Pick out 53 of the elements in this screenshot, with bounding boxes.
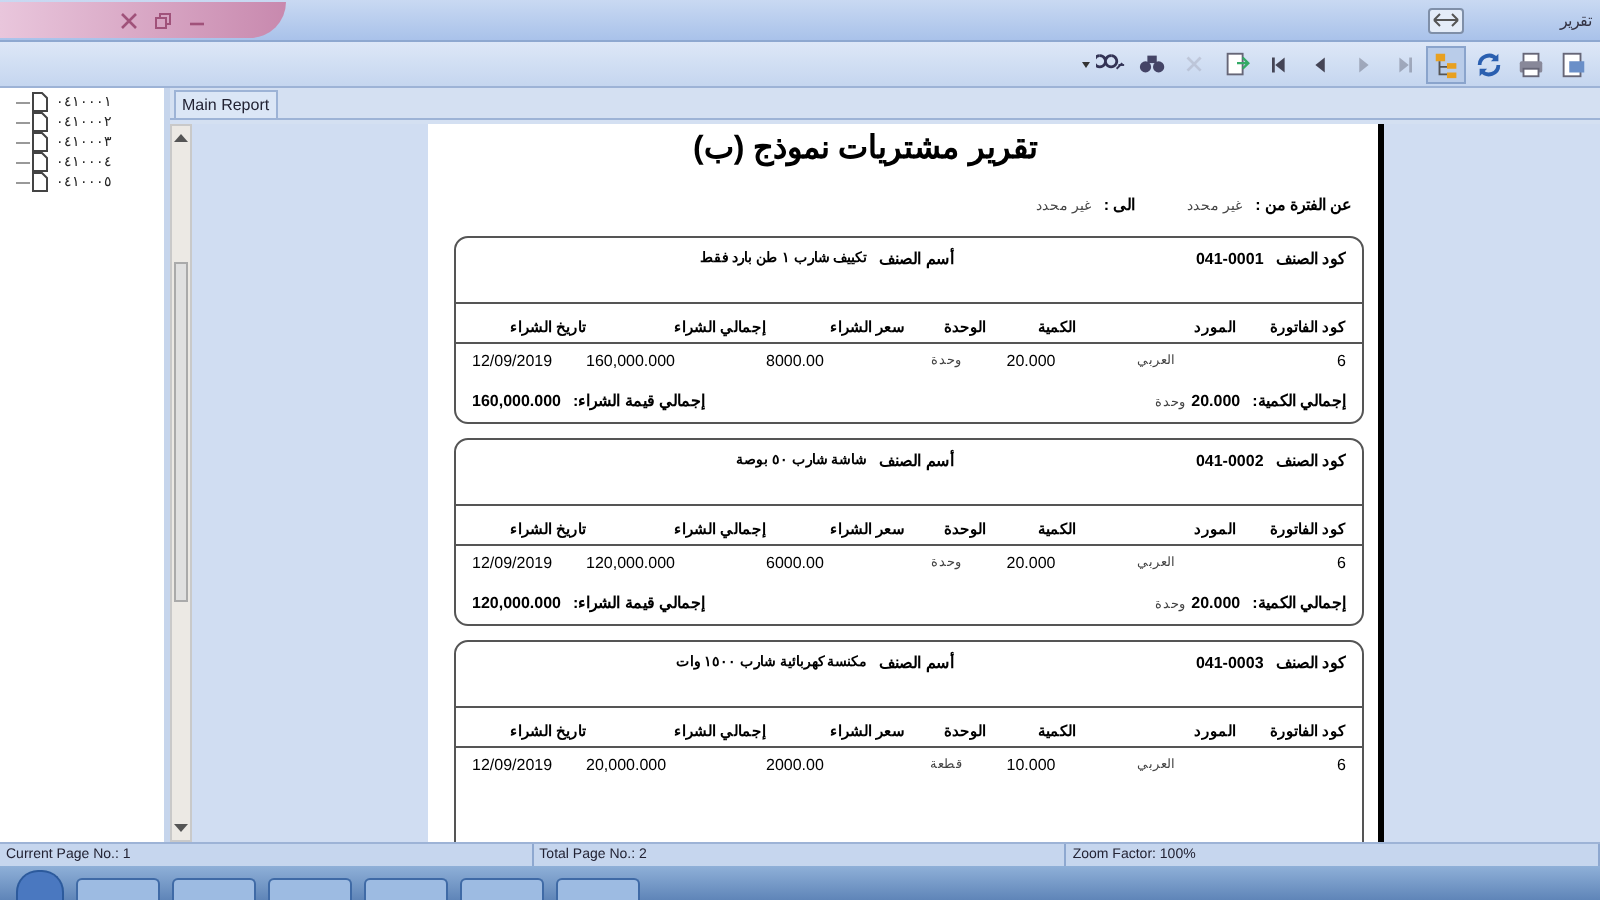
- item-code: 041-0001: [1195, 249, 1264, 267]
- table-cell-text: 20.000: [1004, 352, 1058, 370]
- report-title: تقرير مشتريات نموذج (ب): [691, 130, 1040, 168]
- table-cell-text: 12/09/2019: [472, 554, 555, 572]
- table-cell-text: 12/09/2019: [472, 352, 555, 370]
- restore-icon[interactable]: [154, 11, 172, 29]
- resize-icon[interactable]: [1428, 7, 1464, 33]
- table-cell-text: 20.000: [1004, 554, 1058, 572]
- tree-icon[interactable]: [1426, 45, 1466, 83]
- total-value: 20.000: [1191, 392, 1241, 410]
- table-cell-text: 160,000.000: [586, 352, 677, 370]
- caret-icon[interactable]: [1082, 61, 1090, 67]
- field-label: كود الصنف: [1275, 249, 1346, 267]
- table-cell-text: 10.000: [1004, 756, 1058, 774]
- table-cell-text: 120,000.000: [586, 554, 677, 572]
- window-title: تقرير: [1560, 11, 1592, 29]
- total-value: 20.000: [1191, 594, 1241, 612]
- table-cell-text: 6000.00: [766, 554, 826, 572]
- taskbar-button[interactable]: [172, 878, 256, 900]
- table-cell-text: 20,000.000: [586, 756, 669, 774]
- table-cell-text: 6: [1335, 352, 1346, 370]
- total-label: إجمالي قيمة الشراء:: [573, 594, 706, 612]
- total-label: إجمالي الكمية:: [1252, 594, 1346, 612]
- field-label: كود الصنف: [1275, 451, 1346, 469]
- taskbar-button[interactable]: [76, 878, 160, 900]
- taskbar-button[interactable]: [556, 878, 640, 900]
- total-label: إجمالي قيمة الشراء:: [573, 392, 706, 410]
- start-icon[interactable]: [16, 870, 64, 900]
- scroll-up-icon[interactable]: [174, 132, 188, 142]
- period-label: الى :: [1103, 196, 1136, 214]
- close-icon[interactable]: [120, 11, 138, 29]
- field-label: أسم الصنف: [879, 451, 954, 469]
- total-value: 120,000.000: [472, 594, 561, 612]
- field-label: أسم الصنف: [879, 249, 954, 267]
- scroll-thumb[interactable]: [174, 262, 188, 602]
- taskbar-button[interactable]: [268, 878, 352, 900]
- field-label: كود الصنف: [1275, 653, 1346, 671]
- scrollbar[interactable]: [170, 124, 192, 842]
- table-cell-text: 2000.00: [766, 756, 826, 774]
- taskbar-button[interactable]: [460, 878, 544, 900]
- period-label: عن الفترة من :: [1255, 196, 1352, 214]
- table-cell-text: 6: [1335, 756, 1346, 774]
- total-label: إجمالي الكمية:: [1252, 392, 1346, 410]
- table-cell-text: 6: [1335, 554, 1346, 572]
- report-tab[interactable]: Main Report: [174, 90, 278, 118]
- item-code: 041-0002: [1195, 451, 1264, 469]
- scroll-down-icon[interactable]: [174, 824, 188, 834]
- item-code: 041-0003: [1195, 653, 1264, 671]
- table-cell-text: 8000.00: [766, 352, 826, 370]
- taskbar-button[interactable]: [364, 878, 448, 900]
- table-cell-text: 12/09/2019: [472, 756, 555, 774]
- total-value: 160,000.000: [472, 392, 561, 410]
- field-label: أسم الصنف: [879, 653, 954, 671]
